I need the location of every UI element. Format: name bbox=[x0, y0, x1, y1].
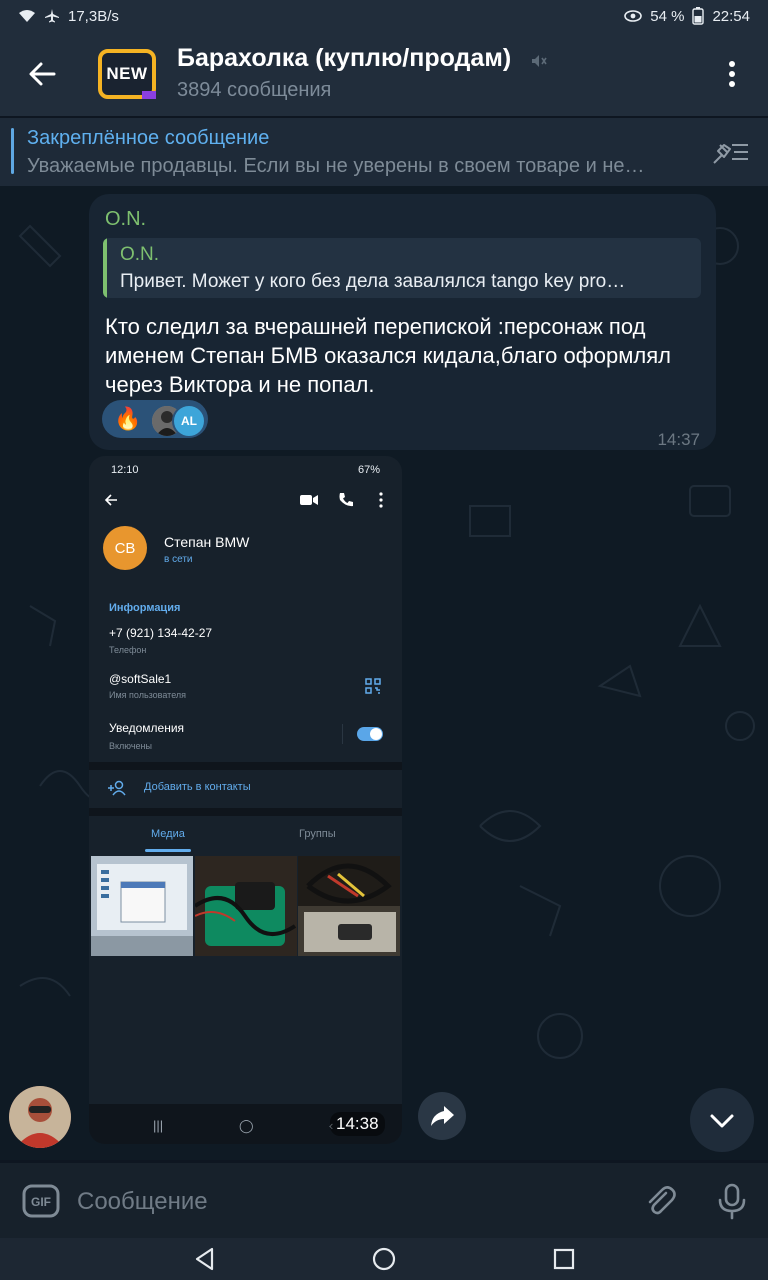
screenshot-status-bar: 12:10 67% bbox=[89, 456, 402, 486]
chat-avatar[interactable]: NEW bbox=[98, 49, 156, 99]
reaction-chip[interactable]: 🔥 AL bbox=[102, 400, 208, 438]
battery-percent: 54 % bbox=[650, 7, 685, 25]
contact-avatar: СВ bbox=[103, 526, 147, 570]
pinned-message[interactable]: Закреплённое сообщение Уважаемые продавц… bbox=[0, 118, 768, 186]
microphone-icon[interactable] bbox=[712, 1181, 752, 1221]
recent-apps-icon: ||| bbox=[153, 1118, 164, 1133]
pinned-indicator bbox=[11, 128, 14, 174]
contact-phone: +7 (921) 134-42-27 bbox=[109, 626, 213, 640]
gif-icon[interactable]: GIF bbox=[22, 1183, 60, 1219]
reply-indicator bbox=[103, 238, 107, 298]
avatar-accent bbox=[142, 91, 156, 99]
reply-sender: O.N. bbox=[120, 244, 160, 265]
phone-label: Телефон bbox=[109, 645, 147, 655]
media-thumbnail bbox=[91, 856, 193, 956]
battery-icon bbox=[692, 7, 705, 25]
clock: 22:54 bbox=[712, 7, 750, 25]
svg-text:GIF: GIF bbox=[31, 1195, 51, 1209]
media-thumbnail bbox=[298, 856, 400, 956]
message-sender[interactable]: O.N. bbox=[105, 208, 146, 231]
three-dots-icon[interactable] bbox=[718, 56, 746, 92]
reply-text: Привет. Может у кого без дела завалялся … bbox=[120, 271, 626, 292]
divider bbox=[89, 762, 402, 770]
tab-media: Медиа bbox=[151, 828, 185, 840]
screenshot-clock: 12:10 bbox=[111, 464, 139, 476]
back-triangle-icon[interactable] bbox=[192, 1246, 218, 1272]
message-input-bar: GIF bbox=[0, 1163, 768, 1238]
reactor-avatar: AL bbox=[172, 404, 206, 438]
sender-avatar[interactable] bbox=[9, 1086, 71, 1148]
pinned-title: Закреплённое сообщение bbox=[27, 127, 270, 149]
network-speed: 17,3B/s bbox=[68, 7, 119, 25]
video-call-icon bbox=[300, 495, 318, 505]
three-dots-icon bbox=[379, 492, 383, 508]
back-arrow-icon[interactable] bbox=[22, 54, 62, 94]
home-icon: ◯ bbox=[239, 1118, 254, 1133]
recent-apps-square-icon[interactable] bbox=[551, 1246, 577, 1272]
message-time: 14:37 bbox=[657, 430, 700, 449]
message-input[interactable] bbox=[75, 1182, 629, 1222]
status-bar: 17,3B/s 54 % 22:54 bbox=[0, 0, 768, 32]
chat-area[interactable]: O.N. O.N. Привет. Может у кого без дела … bbox=[0, 186, 768, 1160]
contact-username: @softSale1 bbox=[109, 672, 172, 686]
divider bbox=[89, 808, 402, 816]
contact-status: в сети bbox=[164, 554, 193, 565]
chevron-down-icon bbox=[710, 1114, 734, 1128]
chat-header: NEW Барахолка (куплю/продам) 3894 сообще… bbox=[0, 32, 768, 116]
message-bubble[interactable]: O.N. O.N. Привет. Может у кого без дела … bbox=[89, 194, 716, 450]
chat-avatar-text: NEW bbox=[106, 64, 148, 83]
notifications-label: Уведомления bbox=[109, 721, 185, 735]
home-circle-icon[interactable] bbox=[371, 1246, 397, 1272]
tab-underline bbox=[145, 849, 191, 852]
back-arrow-icon bbox=[104, 494, 117, 506]
username-label: Имя пользователя bbox=[109, 690, 187, 700]
screenshot-battery: 67% bbox=[357, 464, 380, 476]
message-text: Кто следил за вчерашней перепиской :перс… bbox=[105, 314, 671, 397]
chat-title[interactable]: Барахолка (куплю/продам) bbox=[177, 44, 511, 73]
add-contact-label: Добавить в контакты bbox=[144, 781, 251, 793]
wifi-icon bbox=[19, 10, 35, 22]
qr-code-icon bbox=[365, 678, 381, 694]
add-user-icon bbox=[108, 780, 126, 796]
notifications-toggle bbox=[357, 727, 383, 741]
tab-groups: Группы bbox=[299, 828, 336, 840]
divider bbox=[342, 724, 343, 744]
airplane-icon bbox=[45, 9, 59, 23]
info-header: Информация bbox=[109, 602, 181, 614]
media-thumbnail bbox=[195, 856, 297, 956]
pinned-text: Уважаемые продавцы. Если вы не уверены в… bbox=[27, 155, 645, 177]
reply-quote[interactable]: O.N. Привет. Может у кого без дела завал… bbox=[103, 238, 701, 298]
phone-icon bbox=[339, 493, 353, 507]
paperclip-icon[interactable] bbox=[640, 1181, 680, 1221]
scroll-down-button[interactable] bbox=[690, 1088, 754, 1152]
forward-button[interactable] bbox=[418, 1092, 466, 1140]
system-nav-bar bbox=[0, 1238, 768, 1280]
image-message[interactable]: 12:10 67% СВ Степан BMW в сети Информаци… bbox=[89, 456, 402, 1144]
eye-icon bbox=[624, 10, 643, 22]
unpin-list-icon[interactable] bbox=[710, 137, 750, 167]
notifications-state: Включены bbox=[109, 741, 152, 751]
share-arrow-icon bbox=[431, 1106, 454, 1126]
member-count: 3894 сообщения bbox=[177, 79, 332, 101]
muted-speaker-icon bbox=[532, 55, 547, 67]
fire-emoji-icon: 🔥 bbox=[114, 406, 142, 431]
message-time: 14:38 bbox=[330, 1112, 385, 1136]
contact-name: Степан BMW bbox=[164, 534, 250, 550]
